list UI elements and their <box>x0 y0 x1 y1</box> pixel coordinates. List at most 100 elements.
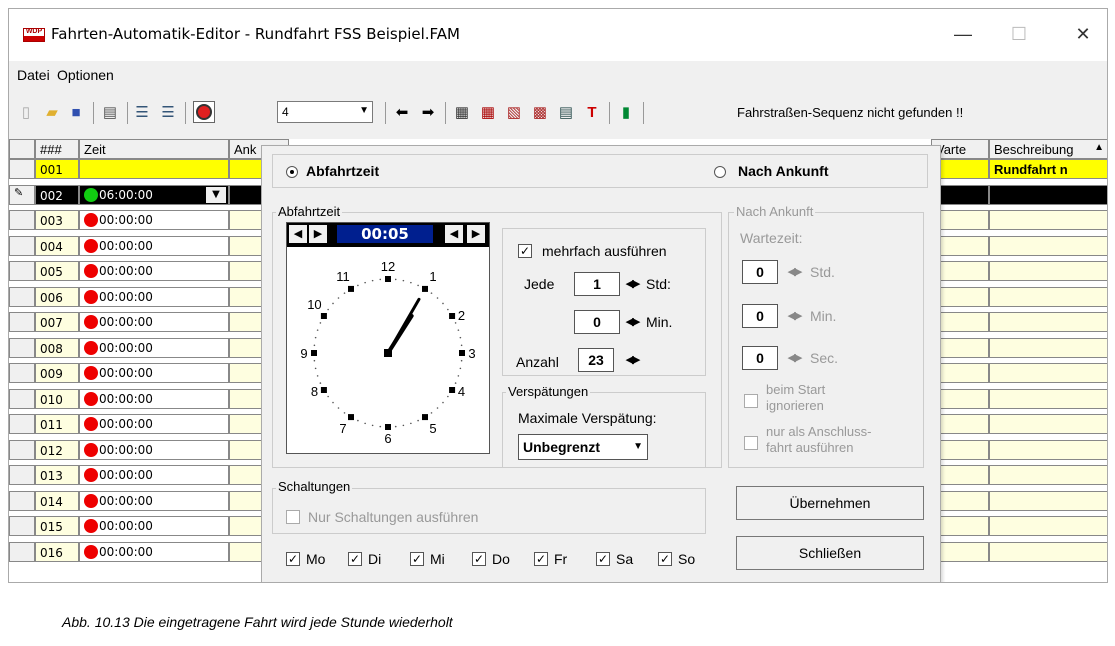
row-header[interactable] <box>9 439 35 460</box>
row-time[interactable]: 00:00:00 <box>79 363 229 383</box>
row-description[interactable] <box>989 388 1107 409</box>
save-icon[interactable]: ■ <box>67 103 85 121</box>
beim-start-checkbox[interactable] <box>744 394 758 408</box>
row-description[interactable] <box>989 337 1107 358</box>
row-time[interactable]: 00:00:00 <box>79 490 229 511</box>
row-header[interactable] <box>9 363 35 383</box>
row-time[interactable]: 00:00:00 <box>79 235 229 256</box>
table-icon[interactable]: ▦ <box>479 103 497 121</box>
row-header[interactable] <box>9 235 35 256</box>
list-icon[interactable]: ▤ <box>557 103 575 121</box>
row-time[interactable]: 00:00:00 <box>79 337 229 358</box>
row-description[interactable] <box>989 414 1107 434</box>
row-time[interactable] <box>79 159 229 179</box>
menu-datei[interactable]: Datei <box>17 67 50 83</box>
row-time[interactable]: 00:00:00 <box>79 516 229 536</box>
row-header[interactable] <box>9 261 35 281</box>
row-header[interactable] <box>9 516 35 536</box>
route-icon[interactable]: ▧ <box>505 103 523 121</box>
mehrfach-checkbox[interactable]: ✓ <box>518 244 532 258</box>
row-time[interactable]: 06:00:00 ▼ <box>79 184 229 205</box>
row-number[interactable]: 014 <box>35 490 79 511</box>
chevron-down-icon[interactable]: ▼ <box>206 186 226 203</box>
row-number[interactable]: 006 <box>35 286 79 307</box>
row-description[interactable] <box>989 541 1107 562</box>
col-header-num[interactable]: ### <box>35 139 79 159</box>
row-time[interactable]: 00:00:00 <box>79 465 229 485</box>
wartezeit-min-spinner[interactable]: ◀▶ <box>784 304 804 328</box>
row-description[interactable] <box>989 261 1107 281</box>
minimize-button[interactable]: — <box>943 21 983 47</box>
row-description[interactable] <box>989 465 1107 485</box>
hour-back-button[interactable]: ◀ <box>289 225 307 243</box>
day-checkbox-di[interactable]: ✓ <box>348 552 362 566</box>
row-number[interactable]: 003 <box>35 210 79 230</box>
clock-time-display[interactable]: 00:05 <box>337 225 433 243</box>
row-number[interactable]: 015 <box>35 516 79 536</box>
row-number[interactable]: 001 <box>35 159 79 179</box>
open-folder-icon[interactable]: ▰ <box>43 103 61 121</box>
row-description[interactable] <box>989 490 1107 511</box>
min-spinner[interactable]: ◀▶ <box>622 310 642 334</box>
row-description[interactable] <box>989 312 1107 332</box>
nur-anschluss-checkbox[interactable] <box>744 436 758 450</box>
row-number[interactable]: 007 <box>35 312 79 332</box>
row-number[interactable]: 016 <box>35 541 79 562</box>
row-description[interactable] <box>989 363 1107 383</box>
scroll-up-icon[interactable]: ▲ <box>1094 142 1104 153</box>
std-spinner[interactable]: ◀▶ <box>622 272 642 296</box>
row-time[interactable]: 00:00:00 <box>79 286 229 307</box>
row-number[interactable]: 010 <box>35 388 79 409</box>
schliessen-button[interactable]: Schließen <box>736 536 924 570</box>
std-input[interactable]: 1 <box>574 272 620 296</box>
row-time[interactable]: 00:00:00 <box>79 210 229 230</box>
day-checkbox-so[interactable]: ✓ <box>658 552 672 566</box>
day-checkbox-do[interactable]: ✓ <box>472 552 486 566</box>
row-description[interactable]: Rundfahrt n <box>989 159 1107 179</box>
uebernehmen-button[interactable]: Übernehmen <box>736 486 924 520</box>
day-checkbox-mo[interactable]: ✓ <box>286 552 300 566</box>
row-number[interactable]: 004 <box>35 235 79 256</box>
wartezeit-sec-input[interactable]: 0 <box>742 346 778 370</box>
wartezeit-std-input[interactable]: 0 <box>742 260 778 284</box>
zoom-select[interactable]: 4 ▼ <box>277 101 373 123</box>
signal-icon[interactable]: ▩ <box>531 103 549 121</box>
row-header[interactable] <box>9 337 35 358</box>
col-header-zeit[interactable]: Zeit <box>79 139 229 159</box>
anzahl-spinner[interactable]: ◀▶ <box>622 348 642 372</box>
day-checkbox-mi[interactable]: ✓ <box>410 552 424 566</box>
exit-icon[interactable]: ▮ <box>617 103 635 121</box>
row-time[interactable]: 00:00:00 <box>79 261 229 281</box>
day-checkbox-fr[interactable]: ✓ <box>534 552 548 566</box>
wartezeit-sec-spinner[interactable]: ◀▶ <box>784 346 804 370</box>
close-button[interactable]: ✕ <box>1063 21 1103 47</box>
abfahrtzeit-radio[interactable] <box>286 166 298 178</box>
row-header[interactable] <box>9 159 35 179</box>
row-number[interactable]: 009 <box>35 363 79 383</box>
wartezeit-min-input[interactable]: 0 <box>742 304 778 328</box>
row-description[interactable] <box>989 235 1107 256</box>
print-icon[interactable]: ▤ <box>101 103 119 121</box>
row-time[interactable]: 00:00:00 <box>79 414 229 434</box>
clock-face[interactable]: 121234567891011 <box>287 249 489 453</box>
nach-ankunft-radio[interactable] <box>714 166 726 178</box>
arrow-left-icon[interactable]: ⬅ <box>393 103 411 121</box>
row-description[interactable] <box>989 516 1107 536</box>
min-input[interactable]: 0 <box>574 310 620 334</box>
hour-forward-button[interactable]: ▶ <box>309 225 327 243</box>
wartezeit-std-spinner[interactable]: ◀▶ <box>784 260 804 284</box>
row-number[interactable]: 012 <box>35 439 79 460</box>
minute-back-button[interactable]: ◀ <box>445 225 463 243</box>
row-time[interactable]: 00:00:00 <box>79 439 229 460</box>
row-header[interactable] <box>9 312 35 332</box>
minute-forward-button[interactable]: ▶ <box>467 225 485 243</box>
text-tool-icon[interactable]: T <box>583 103 601 121</box>
clock-icon[interactable] <box>193 101 215 123</box>
anzahl-input[interactable]: 23 <box>578 348 614 372</box>
row-header[interactable] <box>9 388 35 409</box>
row-header[interactable] <box>9 414 35 434</box>
row-time[interactable]: 00:00:00 <box>79 312 229 332</box>
row-number[interactable]: 013 <box>35 465 79 485</box>
delete-row-icon[interactable]: ☰ <box>159 103 177 121</box>
menu-optionen[interactable]: Optionen <box>57 67 114 83</box>
